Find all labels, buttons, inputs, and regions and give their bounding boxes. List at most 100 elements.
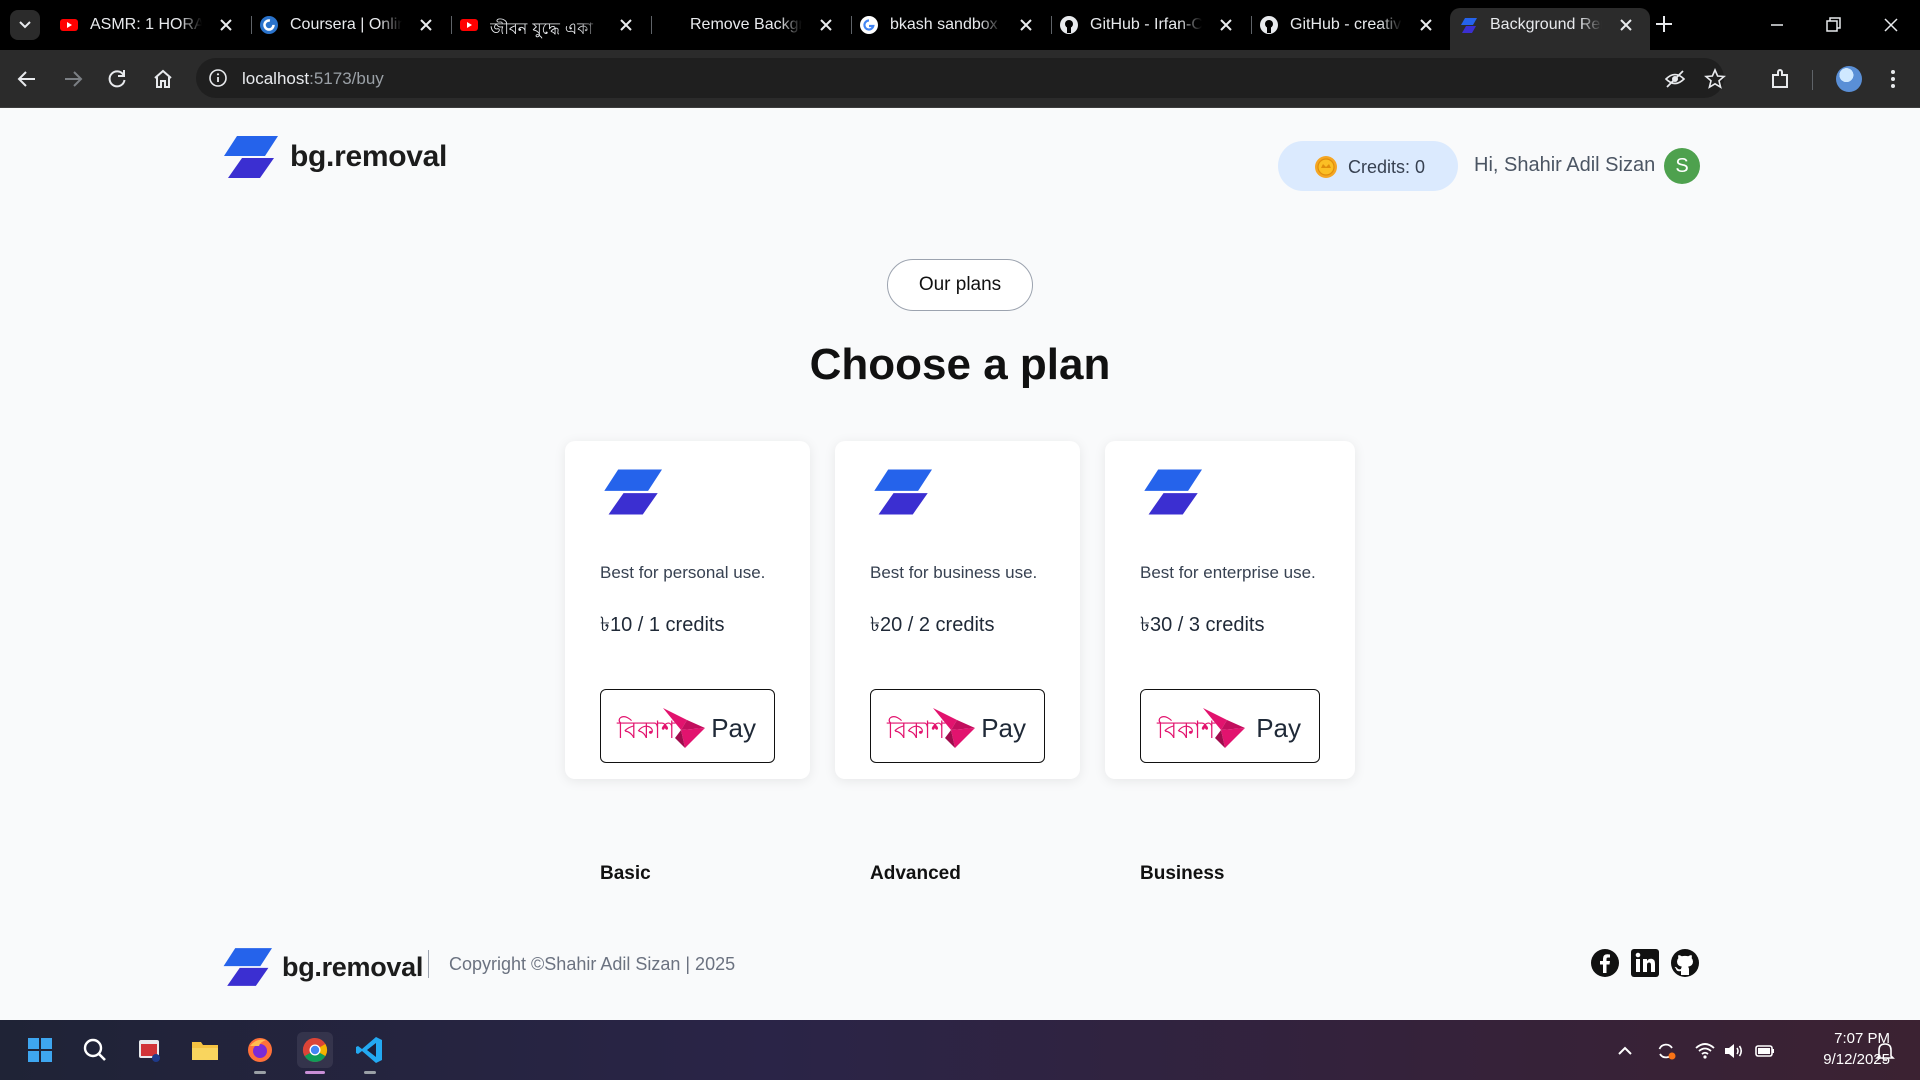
google-icon bbox=[860, 16, 878, 34]
taskbar-app-firefox[interactable] bbox=[242, 1032, 278, 1074]
page: bg.removal Credits: 0 Hi, Shahir Adil Si… bbox=[0, 108, 1920, 1020]
taskbar-app-file-explorer[interactable] bbox=[187, 1032, 223, 1068]
taskbar-app-chrome[interactable] bbox=[297, 1032, 333, 1074]
close-icon[interactable] bbox=[1416, 15, 1436, 35]
footer-divider bbox=[428, 950, 429, 978]
battery-icon[interactable] bbox=[1754, 1040, 1776, 1062]
url-path: :5173/buy bbox=[309, 69, 384, 88]
coin-icon bbox=[1315, 156, 1337, 178]
reload-icon[interactable] bbox=[104, 66, 130, 92]
tab-title: Coursera | Online bbox=[290, 16, 402, 33]
close-window-icon[interactable] bbox=[1878, 12, 1904, 38]
url-host: localhost bbox=[242, 69, 310, 88]
plan-card-business: Business Best for enterprise use. ৳30 / … bbox=[1105, 441, 1355, 884]
notification-bell-icon[interactable] bbox=[1874, 1040, 1896, 1062]
browser-tab[interactable]: GitHub - Irfan-Ch bbox=[1050, 8, 1252, 42]
taskbar-search[interactable] bbox=[77, 1032, 113, 1068]
user-greeting: Hi, Shahir Adil Sizan bbox=[1474, 154, 1656, 176]
snipping-tool-icon bbox=[139, 1040, 160, 1062]
tab-search-button[interactable] bbox=[10, 10, 40, 40]
browser-tab-bar: ASMR: 1 HORA de Coursera | Online জীবন য… bbox=[0, 0, 1920, 50]
url-text[interactable]: localhost:5173/buy bbox=[242, 69, 384, 89]
wifi-icon[interactable] bbox=[1694, 1040, 1716, 1062]
chevron-up-icon[interactable] bbox=[1614, 1040, 1636, 1062]
credits-button[interactable]: Credits: 0 bbox=[1278, 141, 1458, 191]
browser-tab[interactable]: Coursera | Online bbox=[250, 8, 452, 42]
browser-tab[interactable]: bkash sandbox n bbox=[850, 8, 1052, 42]
bg-removal-logo-icon bbox=[604, 469, 662, 515]
address-bar[interactable]: localhost:5173/buy bbox=[196, 58, 1726, 98]
copyright-text: Copyright ©Shahir Adil Sizan | 2025 bbox=[449, 954, 736, 974]
tab-title: Remove Backgro bbox=[690, 16, 802, 33]
brand-name: bg.removal bbox=[282, 951, 424, 982]
brand-name: bg.removal bbox=[290, 140, 448, 173]
file-explorer-icon bbox=[192, 1042, 218, 1060]
pay-label: Pay bbox=[1256, 713, 1301, 743]
windows-start-icon bbox=[28, 1038, 52, 1062]
volume-icon[interactable] bbox=[1722, 1040, 1744, 1062]
coursera-icon bbox=[260, 16, 278, 34]
firefox-icon bbox=[248, 1038, 272, 1062]
eye-slash-icon[interactable] bbox=[1664, 68, 1686, 90]
bg-removal-logo-icon bbox=[223, 948, 272, 986]
profile-avatar[interactable] bbox=[1836, 66, 1862, 92]
tab-title: GitHub - Irfan-Ch bbox=[1090, 16, 1202, 33]
back-icon[interactable] bbox=[14, 66, 40, 92]
new-tab-icon[interactable] bbox=[1652, 12, 1676, 36]
linkedin-icon[interactable] bbox=[1630, 948, 1660, 978]
bg-removal-logo-icon bbox=[1461, 18, 1477, 33]
plan-name: Business bbox=[1140, 863, 1225, 884]
browser-tab[interactable]: Remove Backgro bbox=[650, 8, 852, 42]
home-icon[interactable] bbox=[150, 66, 176, 92]
plan-description: Best for personal use. bbox=[600, 563, 766, 582]
browser-toolbar: localhost:5173/buy bbox=[0, 50, 1920, 108]
minimize-icon[interactable] bbox=[1764, 12, 1790, 38]
vscode-icon bbox=[356, 1037, 382, 1063]
extensions-icon[interactable] bbox=[1768, 66, 1794, 92]
close-icon[interactable] bbox=[616, 15, 636, 35]
restore-icon[interactable] bbox=[1820, 12, 1846, 38]
running-indicator bbox=[305, 1071, 325, 1074]
footer-brand-logo[interactable]: bg.removal bbox=[220, 946, 423, 988]
plan-description: Best for enterprise use. bbox=[1140, 563, 1316, 582]
browser-tab[interactable]: ASMR: 1 HORA de bbox=[50, 8, 252, 42]
taskbar: 7:07 PM 9/12/2025 bbox=[0, 1020, 1920, 1080]
close-icon[interactable] bbox=[216, 15, 236, 35]
credits-count: Credits: 0 bbox=[1348, 157, 1426, 177]
bkash-pay-button[interactable]: বিকাশ Pay bbox=[600, 689, 775, 763]
forward-icon[interactable] bbox=[60, 66, 86, 92]
github-icon[interactable] bbox=[1670, 948, 1700, 978]
sync-icon[interactable] bbox=[1655, 1040, 1677, 1062]
menu-kebab-icon[interactable] bbox=[1880, 66, 1906, 92]
user-avatar[interactable]: S bbox=[1664, 148, 1700, 184]
facebook-icon[interactable] bbox=[1590, 948, 1620, 978]
taskbar-app-vscode[interactable] bbox=[352, 1032, 388, 1074]
browser-tab-active[interactable]: Background Rem bbox=[1450, 8, 1650, 50]
plan-price: ৳10 / 1 credits bbox=[600, 614, 725, 636]
close-icon[interactable] bbox=[1216, 15, 1236, 35]
start-button[interactable] bbox=[22, 1032, 58, 1068]
toolbar-divider bbox=[1812, 70, 1813, 90]
taskbar-app-snipping-tool[interactable] bbox=[132, 1032, 168, 1068]
browser-tab[interactable]: জীবন যুদ্ধে একা bbox=[450, 8, 652, 42]
bkash-pay-button[interactable]: বিকাশ Pay bbox=[870, 689, 1045, 763]
plan-name: Basic bbox=[600, 863, 651, 884]
close-icon[interactable] bbox=[416, 15, 436, 35]
bookmark-star-icon[interactable] bbox=[1704, 68, 1726, 90]
bg-removal-logo-icon bbox=[1144, 469, 1202, 515]
close-icon[interactable] bbox=[1016, 15, 1036, 35]
bkash-bird-icon bbox=[663, 708, 705, 748]
browser-tab[interactable]: GitHub - creative bbox=[1250, 8, 1450, 42]
site-info-icon[interactable] bbox=[208, 68, 228, 88]
plan-price: ৳20 / 2 credits bbox=[870, 614, 995, 636]
tab-title: জীবন যুদ্ধে একা bbox=[490, 19, 593, 38]
bkash-bird-icon bbox=[1203, 708, 1245, 748]
bkash-pay-button[interactable]: বিকাশ Pay bbox=[1140, 689, 1320, 763]
tab-title: bkash sandbox n bbox=[890, 16, 1002, 33]
tab-title: GitHub - creative bbox=[1290, 16, 1402, 33]
close-icon[interactable] bbox=[816, 15, 836, 35]
brand-logo[interactable]: bg.removal bbox=[220, 136, 447, 178]
chrome-icon bbox=[302, 1038, 328, 1063]
search-icon bbox=[83, 1038, 106, 1061]
close-icon[interactable] bbox=[1616, 15, 1636, 35]
